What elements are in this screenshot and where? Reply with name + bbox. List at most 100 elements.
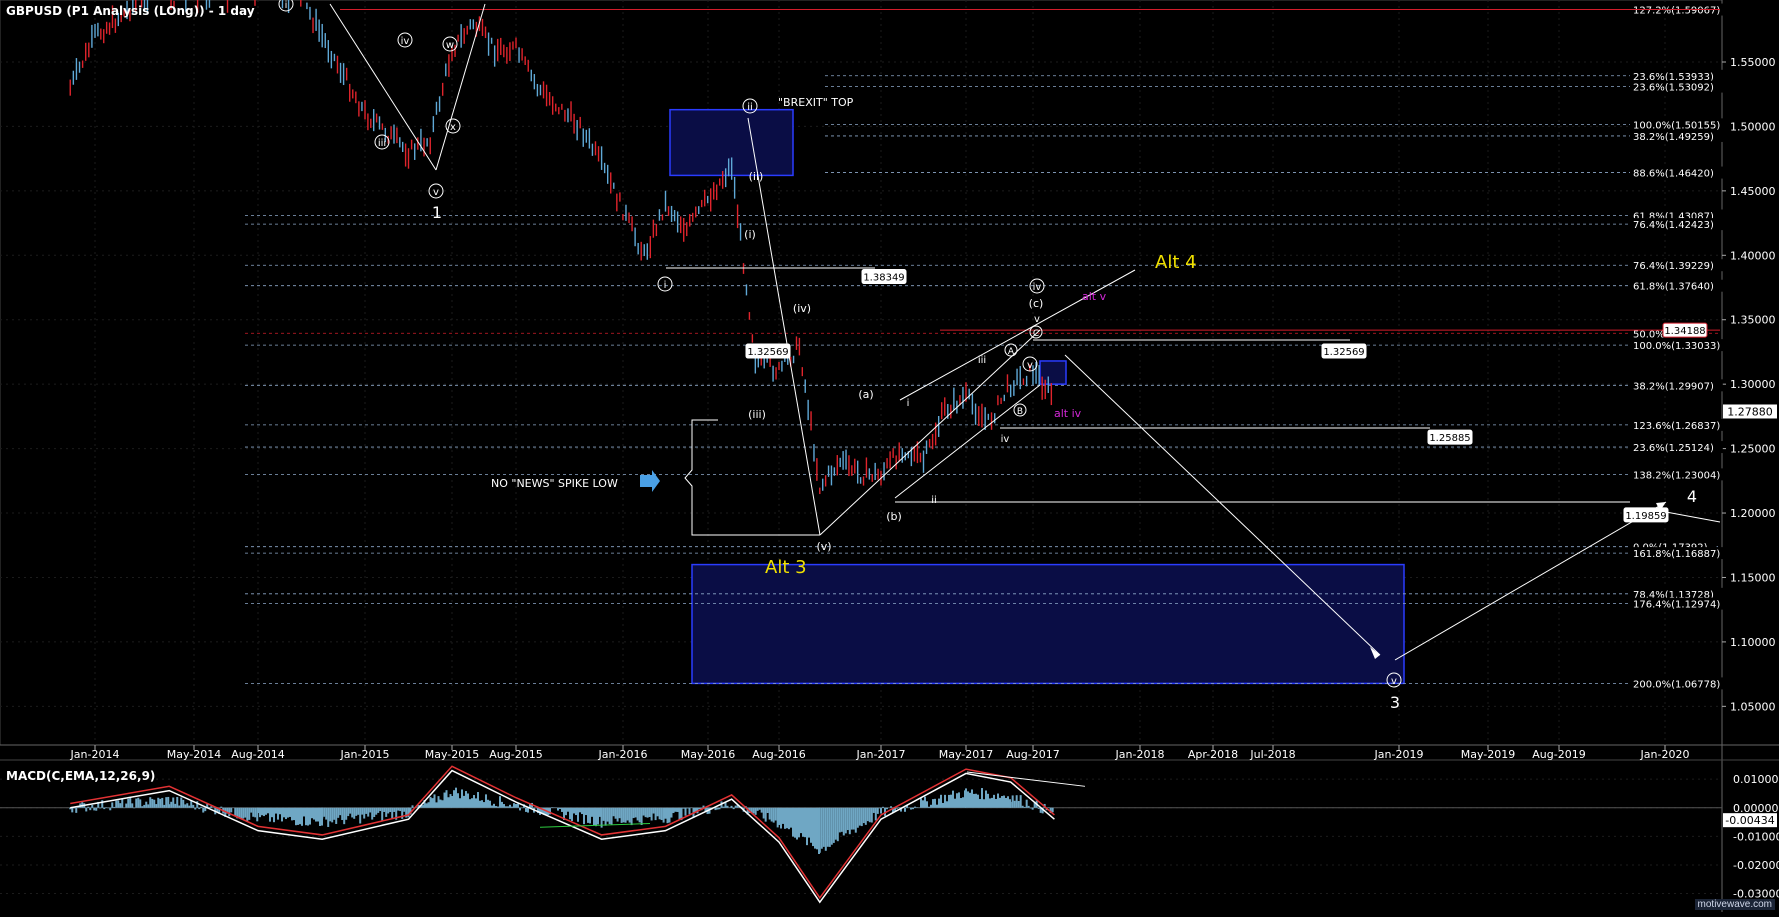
x-tick-label: Aug-2016 xyxy=(752,748,805,761)
fib-label-text: 161.8%(1.16887) xyxy=(1633,549,1720,560)
price-box-text: 1.34188 xyxy=(1664,326,1705,337)
last-price-text: 1.27880 xyxy=(1727,405,1773,418)
price-box: 1.25885 xyxy=(1427,429,1473,445)
annotation-brexit-top: "BREXIT" TOP xyxy=(778,96,854,109)
fib-label-text: 76.4%(1.39229) xyxy=(1633,261,1714,272)
fib-label: 50.0% xyxy=(1630,327,1667,340)
fib-label: 88.6%(1.46420) xyxy=(1630,166,1723,180)
price-box: 1.38349 xyxy=(861,269,907,285)
fib-label-text: 100.0%(1.50155) xyxy=(1633,120,1720,131)
x-tick-label: Jan-2014 xyxy=(70,748,120,761)
fib-label-text: 200.0%(1.06778) xyxy=(1633,679,1720,690)
macd-y-tick-label: -0.02000 xyxy=(1733,859,1779,872)
wave-label: (ii) xyxy=(749,170,764,183)
wave-label: v xyxy=(1391,676,1397,687)
wave-label: 1 xyxy=(432,203,442,222)
y-tick-label: 1.25000 xyxy=(1730,443,1776,456)
x-tick-label: Jan-2018 xyxy=(1115,748,1165,761)
fib-label: 76.4%(1.42423) xyxy=(1630,218,1723,231)
annotation-spike-low: NO "NEWS" SPIKE LOW xyxy=(491,477,618,490)
macd-title: MACD(C,EMA,12,26,9) xyxy=(6,769,155,783)
fib-label-text: 100.0%(1.33033) xyxy=(1633,341,1720,352)
x-tick-label: Jan-2017 xyxy=(856,748,906,761)
x-tick-label: May-2017 xyxy=(939,748,994,761)
wave-label: (c) xyxy=(1029,297,1044,310)
fib-label-text: 123.6%(1.26837) xyxy=(1633,421,1720,432)
price-box-text: 1.32569 xyxy=(1323,347,1364,358)
price-box-text: 1.32569 xyxy=(747,347,788,358)
macd-y-tick-label: 0.01000 xyxy=(1733,773,1779,786)
projection-arrow-line-2 xyxy=(1394,501,1667,661)
fib-label: 176.4%(1.12974) xyxy=(1630,597,1729,611)
candles xyxy=(69,0,1053,495)
price-chart[interactable]: 1.05000 1.10000 1.15000 1.20000 1.25000 1.300… xyxy=(0,0,1779,912)
macd-signal-line xyxy=(70,765,1055,900)
alt-zone-box xyxy=(1039,360,1067,385)
fib-label: 61.8%(1.37640) xyxy=(1630,279,1723,293)
wave-label: x xyxy=(450,122,456,133)
macd-y-tick-label: -0.01000 xyxy=(1733,830,1779,843)
x-tick-label: Aug-2017 xyxy=(1006,748,1059,761)
annotation-alt-3: Alt 3 xyxy=(765,557,807,578)
fib-label-text: 176.4%(1.12974) xyxy=(1633,600,1720,611)
price-box-text: 1.19859 xyxy=(1625,511,1666,522)
wave-label: B xyxy=(1017,407,1023,417)
x-tick-label: May-2014 xyxy=(167,748,222,761)
x-tick-label: Aug-2015 xyxy=(489,748,542,761)
wave-label: iv xyxy=(401,36,410,47)
price-box: 1.32569 xyxy=(745,343,791,359)
fib-label-text: 50.0% xyxy=(1633,329,1665,340)
fib-label-text: 61.8%(1.37640) xyxy=(1633,282,1714,293)
y-tick-label: 1.20000 xyxy=(1730,507,1776,520)
wave-label: w xyxy=(446,40,454,51)
fib-label: 23.6%(1.53092) xyxy=(1630,80,1723,94)
macd-histogram xyxy=(69,787,1054,855)
fib-label: 38.2%(1.49259) xyxy=(1630,129,1723,143)
price-box-text: 1.38349 xyxy=(863,273,904,284)
x-tick-label: Aug-2019 xyxy=(1532,748,1585,761)
wave-label: A xyxy=(1008,347,1015,357)
wave-label: ii xyxy=(931,495,937,506)
blue-arrow-icon xyxy=(640,470,660,492)
wave-label: (iv) xyxy=(793,302,811,315)
y-tick-label: 1.40000 xyxy=(1730,249,1776,262)
fib-label: 123.6%(1.26837) xyxy=(1630,418,1729,432)
target-zone-box xyxy=(691,563,1405,685)
fib-label: 100.0%(1.33033) xyxy=(1630,339,1729,352)
fib-label-text: 38.2%(1.49259) xyxy=(1633,132,1714,143)
price-box: 1.32569 xyxy=(1321,343,1367,359)
annotation-alt-iv: alt iv xyxy=(1054,407,1082,420)
annotation-alt-4: Alt 4 xyxy=(1155,252,1197,273)
y-tick-label: 1.55000 xyxy=(1730,56,1776,69)
spike-bracket xyxy=(684,419,820,536)
x-tick-label: Jan-2020 xyxy=(1640,748,1690,761)
wave-label: iv xyxy=(1001,434,1010,445)
wave-line-d xyxy=(819,329,1041,536)
x-tick-label: Apr-2018 xyxy=(1188,748,1238,761)
fib-label: 76.4%(1.39229) xyxy=(1630,259,1723,272)
last-price-marker: 1.27880 xyxy=(1723,404,1777,419)
x-tick-label: Jul-2018 xyxy=(1249,748,1295,761)
wave-label: i xyxy=(285,0,288,11)
wave-label: v xyxy=(433,187,439,198)
wave-label: i xyxy=(907,398,910,409)
fib-label-text: 127.2%(1.59067) xyxy=(1633,6,1720,17)
y-tick-label: 1.35000 xyxy=(1730,314,1776,327)
wave-label: iii xyxy=(378,138,386,149)
fib-label-text: 76.4%(1.42423) xyxy=(1633,220,1714,231)
wave-label: (i) xyxy=(744,228,756,241)
fib-label-text: 38.2%(1.29907) xyxy=(1633,381,1714,392)
wave-label: v xyxy=(1034,314,1040,325)
wave-label: iii xyxy=(978,355,986,366)
macd-y-tick-label: 0.00000 xyxy=(1733,802,1779,815)
price-box-text: 1.25885 xyxy=(1429,433,1470,444)
wave-label: (a) xyxy=(858,388,873,401)
fib-label: 161.8%(1.16887) xyxy=(1630,547,1729,560)
y-tick-label: 1.30000 xyxy=(1730,378,1776,391)
y-tick-label: 1.05000 xyxy=(1730,700,1776,713)
macd-last-text: -0.00434 xyxy=(1725,814,1774,827)
fib-label: 38.2%(1.29907) xyxy=(1630,379,1723,392)
wave-label: v xyxy=(1027,360,1033,371)
wave-label: ii xyxy=(747,102,753,113)
y-tick-label: 1.10000 xyxy=(1730,636,1776,649)
